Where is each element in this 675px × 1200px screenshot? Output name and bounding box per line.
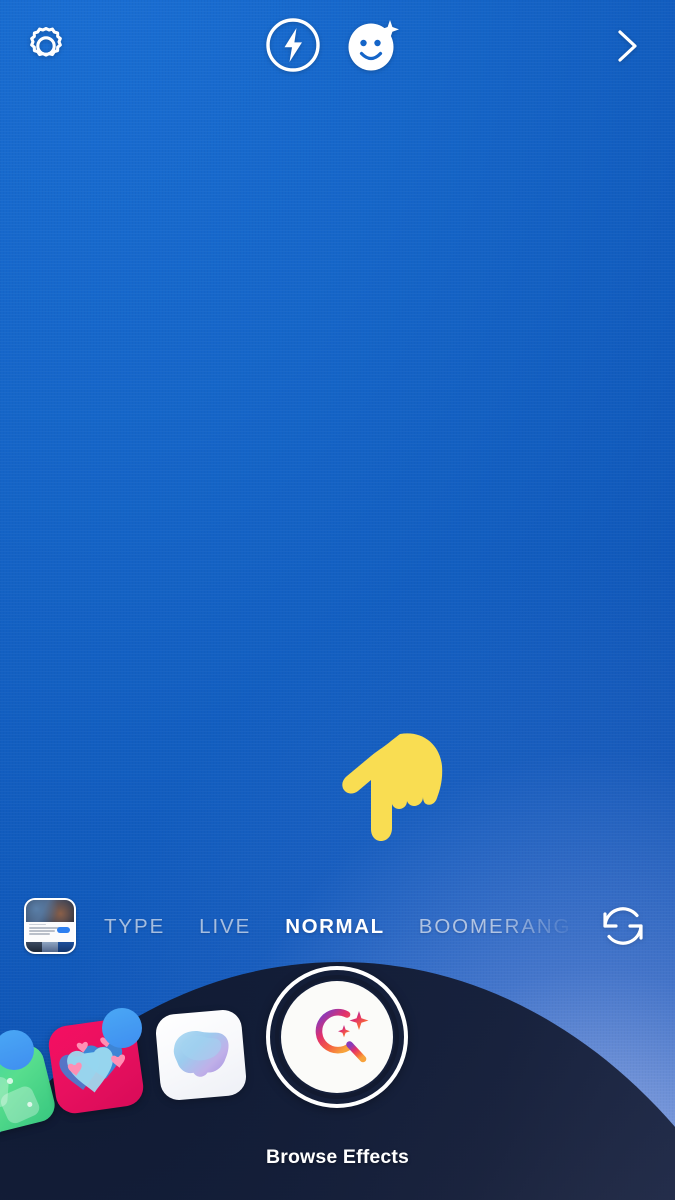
gear-icon — [30, 26, 62, 57]
settings-button[interactable] — [22, 22, 70, 70]
effect-tile-white-watercolor[interactable] — [154, 1008, 248, 1102]
magnifier-sparkle-icon — [315, 1008, 369, 1063]
backhand-index-pointing-down-emoji — [342, 733, 443, 841]
flip-camera-icon — [603, 907, 643, 945]
gallery-thumbnail-badge — [57, 927, 70, 933]
browse-effects-face — [281, 981, 393, 1093]
gallery-thumbnail-strip — [26, 941, 74, 952]
watercolor-blob-graphic — [173, 1031, 229, 1077]
flash-circle-icon — [266, 18, 320, 72]
mode-boomerang[interactable]: BOOMERANG — [419, 915, 572, 939]
mode-type[interactable]: TYPE — [104, 915, 165, 939]
effect-tile-pink-badge — [102, 1008, 142, 1048]
flash-button[interactable] — [264, 16, 322, 74]
gallery-thumbnail-button[interactable] — [24, 898, 76, 954]
browse-effects-label: Browse Effects — [266, 1146, 409, 1168]
instagram-camera-screen: TYPE LIVE NORMAL BOOMERANG Browse Effect… — [0, 0, 675, 1200]
mode-live[interactable]: LIVE — [199, 915, 251, 939]
chevron-right-icon — [618, 30, 637, 62]
camera-mode-list: TYPE LIVE NORMAL BOOMERANG — [104, 898, 584, 956]
mode-selector-row: TYPE LIVE NORMAL BOOMERANG — [0, 898, 675, 956]
browse-effects-button[interactable] — [266, 966, 408, 1108]
sparkle-face-icon — [348, 20, 399, 71]
flip-camera-button[interactable] — [595, 898, 651, 954]
gallery-thumbnail-photo — [26, 900, 74, 922]
mode-normal[interactable]: NORMAL — [285, 915, 385, 939]
next-button[interactable] — [605, 22, 649, 70]
face-effects-button[interactable] — [344, 16, 402, 74]
top-center-actions — [264, 16, 402, 74]
top-bar — [0, 0, 675, 92]
pointing-down-hand-emoji — [338, 728, 454, 846]
